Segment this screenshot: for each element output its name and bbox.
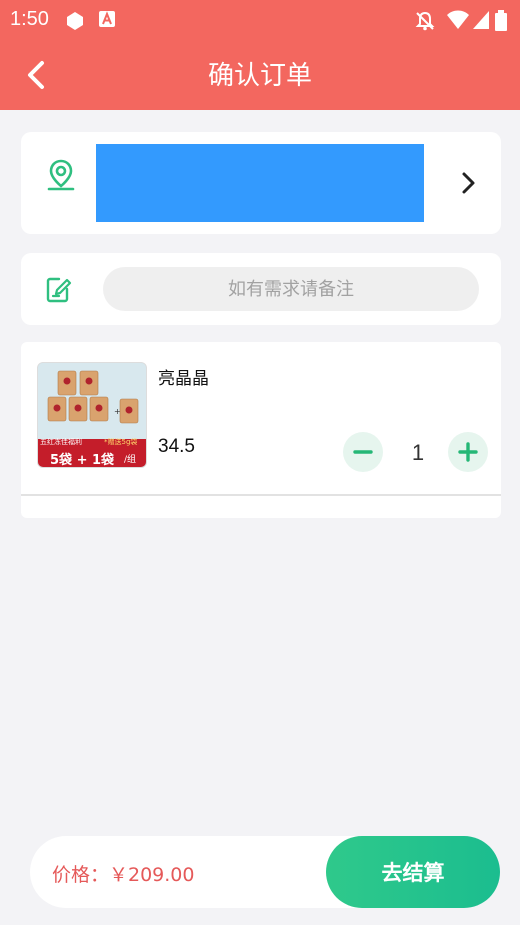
remark-card (21, 253, 501, 325)
header-bar: 1:50 确认订单 (0, 0, 520, 110)
notification-dot-icon (67, 12, 83, 30)
product-name: 亮晶晶 (158, 369, 209, 389)
chevron-right-icon[interactable] (457, 170, 479, 196)
remark-input[interactable] (103, 267, 479, 311)
address-card[interactable]: 孙 / (21, 132, 501, 234)
image-deal-text: 5袋 + 1袋 (50, 453, 115, 468)
page-title: 确认订单 (207, 61, 312, 91)
quantity-value: 1 (411, 440, 425, 465)
image-tag-text: *赠送5g袋 (104, 438, 138, 446)
battery-icon (495, 10, 507, 31)
app-notification-icon (99, 11, 115, 27)
checkout-button[interactable]: 去结算 (326, 836, 500, 908)
total-price: 价格：￥209.00 (52, 864, 195, 886)
product-image: + 五红冻佳福利 *赠送5g袋 5袋 + 1袋 /组 (37, 362, 147, 468)
bell-off-icon (415, 11, 435, 31)
status-bar: 1:50 (0, 0, 520, 40)
wifi-icon (447, 10, 469, 29)
status-time: 1:50 (10, 8, 49, 30)
product-price: 34.5 (158, 436, 195, 457)
image-banner-text: 五红冻佳福利 (40, 438, 82, 446)
redacted-address-block (96, 144, 424, 222)
plus-icon (458, 442, 478, 462)
svg-text:+: + (114, 407, 121, 416)
decrease-quantity-button[interactable] (343, 432, 383, 472)
edit-note-icon (46, 277, 72, 303)
signal-icon (473, 11, 489, 29)
product-card: + 五红冻佳福利 *赠送5g袋 5袋 + 1袋 /组 亮晶晶 34.5 1 (21, 342, 501, 518)
image-unit-text: /组 (124, 455, 137, 465)
minus-icon (353, 450, 373, 454)
product-divider (21, 494, 501, 496)
increase-quantity-button[interactable] (448, 432, 488, 472)
location-pin-icon (47, 159, 75, 191)
